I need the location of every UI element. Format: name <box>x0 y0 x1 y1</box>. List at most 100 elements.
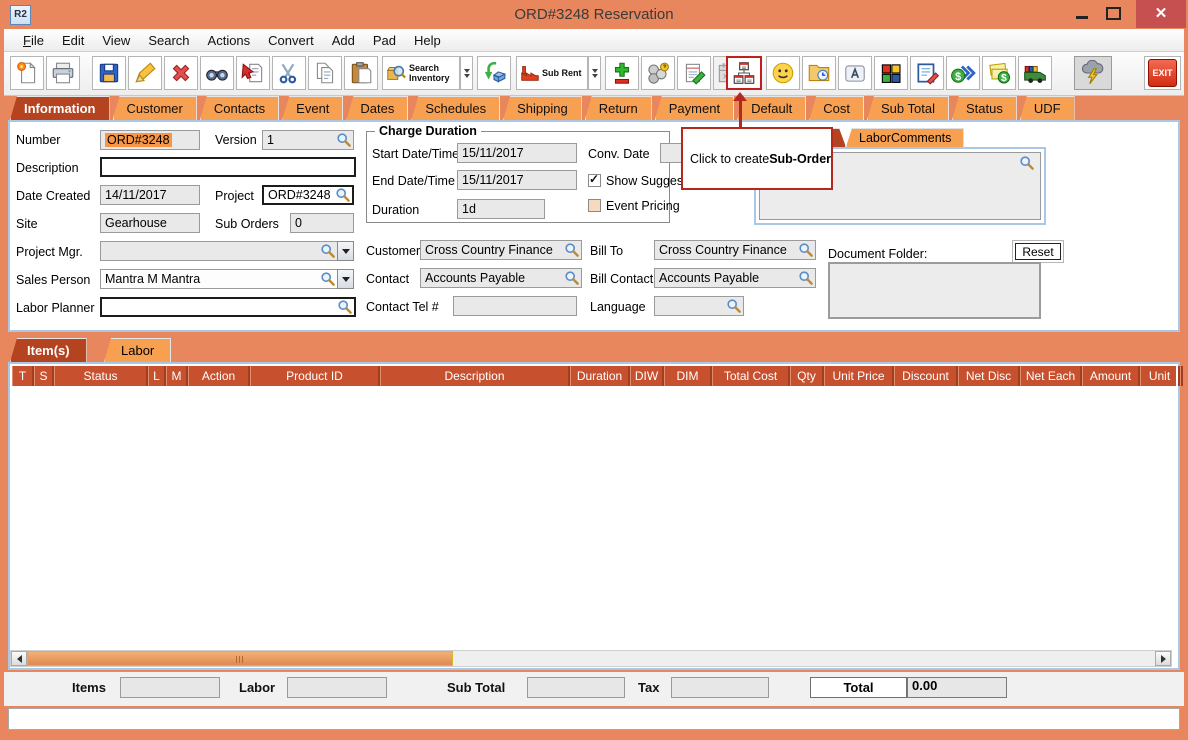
description-field[interactable] <box>100 157 356 177</box>
labor-planner-lookup-icon[interactable] <box>337 299 353 315</box>
column-header-total-cost[interactable]: Total Cost <box>712 366 790 386</box>
tab-items[interactable]: Item(s) <box>10 338 87 362</box>
project-lookup-icon[interactable] <box>335 187 351 203</box>
title-bar[interactable]: R2 ORD#3248 Reservation ✕ <box>0 0 1188 29</box>
sales-person-lookup-icon[interactable] <box>320 271 336 287</box>
menu-add[interactable]: Add <box>323 31 364 50</box>
column-header-amount[interactable]: Amount <box>1082 366 1140 386</box>
scrollbar-thumb[interactable] <box>27 651 453 666</box>
column-header-status[interactable]: Status <box>54 366 148 386</box>
sub-orders-field[interactable]: 0 <box>290 213 354 233</box>
project-mgr-dropdown[interactable] <box>337 241 354 261</box>
language-field[interactable] <box>654 296 744 316</box>
minimize-button[interactable] <box>1072 0 1098 28</box>
contact-lookup-icon[interactable] <box>564 270 580 286</box>
reset-button[interactable]: Reset <box>1015 243 1061 260</box>
menu-convert[interactable]: Convert <box>259 31 323 50</box>
tab-schedules[interactable]: Schedules <box>411 96 500 120</box>
contact-field[interactable]: Accounts Payable <box>420 268 582 288</box>
edit-button[interactable] <box>128 56 162 90</box>
start-date-field[interactable]: 15/11/2017 <box>457 143 577 163</box>
menu-help[interactable]: Help <box>405 31 450 50</box>
paste-button[interactable] <box>344 56 378 90</box>
notepad-button[interactable] <box>677 56 711 90</box>
version-field[interactable]: 1 <box>262 130 354 150</box>
print-button[interactable] <box>46 56 80 90</box>
menu-view[interactable]: View <box>93 31 139 50</box>
customer-button[interactable] <box>766 56 800 90</box>
tab-status[interactable]: Status <box>952 96 1017 120</box>
column-header-discount[interactable]: Discount <box>894 366 958 386</box>
column-header-dim[interactable]: DIM <box>664 366 712 386</box>
tab-customer[interactable]: Customer <box>113 96 197 120</box>
delivery-truck-button[interactable] <box>1018 56 1052 90</box>
column-header-action[interactable]: Action <box>188 366 250 386</box>
project-mgr-field[interactable] <box>100 241 338 261</box>
copy-button[interactable] <box>308 56 342 90</box>
column-header-net-each[interactable]: Net Each <box>1020 366 1082 386</box>
tab-cost[interactable]: Cost <box>809 96 864 120</box>
column-header-net-disc[interactable]: Net Disc <box>958 366 1020 386</box>
copy-to-order-button[interactable] <box>236 56 270 90</box>
bill-to-lookup-icon[interactable] <box>798 242 814 258</box>
menu-pad[interactable]: Pad <box>364 31 405 50</box>
history-folder-button[interactable] <box>802 56 836 90</box>
column-header-unit-price[interactable]: Unit Price <box>824 366 894 386</box>
scroll-right-button[interactable] <box>1155 651 1171 666</box>
column-header-product-id[interactable]: Product ID <box>250 366 380 386</box>
new-document-button[interactable] <box>10 56 44 90</box>
add-remove-button[interactable] <box>605 56 639 90</box>
shortcut-key-button[interactable] <box>838 56 872 90</box>
labor-planner-field[interactable] <box>100 297 356 317</box>
sales-person-dropdown[interactable] <box>337 269 354 289</box>
column-header-m[interactable]: M <box>166 366 188 386</box>
menu-edit[interactable]: Edit <box>53 31 93 50</box>
document-folder-box[interactable] <box>828 262 1041 319</box>
find-button[interactable] <box>200 56 234 90</box>
column-header-t[interactable]: T <box>12 366 34 386</box>
items-table-body[interactable] <box>12 386 1176 646</box>
tab-shipping[interactable]: Shipping <box>503 96 582 120</box>
column-header-qty[interactable]: Qty <box>790 366 824 386</box>
language-lookup-icon[interactable] <box>726 298 742 314</box>
tab-event[interactable]: Event <box>282 96 343 120</box>
end-date-field[interactable]: 15/11/2017 <box>457 170 577 190</box>
inventory-blocks-button[interactable] <box>874 56 908 90</box>
number-field[interactable]: ORD#3248 <box>100 130 200 150</box>
maximize-button[interactable] <box>1102 0 1128 28</box>
project-field[interactable]: ORD#3248 <box>262 185 354 205</box>
version-lookup-icon[interactable] <box>336 132 352 148</box>
save-button[interactable] <box>92 56 126 90</box>
quick-action-button[interactable] <box>1074 56 1112 90</box>
menu-file[interactable]: File <box>14 31 53 50</box>
column-header-diw[interactable]: DIW <box>630 366 664 386</box>
event-pricing-checkbox[interactable] <box>588 199 601 212</box>
column-header-duration[interactable]: Duration <box>570 366 630 386</box>
exit-button[interactable]: EXIT <box>1144 56 1181 90</box>
contact-tel-field[interactable] <box>453 296 577 316</box>
bill-contact-lookup-icon[interactable] <box>798 270 814 286</box>
sub-rent-button[interactable]: Sub Rent <box>516 56 588 90</box>
send-invoice-button[interactable]: $ <box>946 56 980 90</box>
menu-actions[interactable]: Actions <box>199 31 260 50</box>
date-created-field[interactable]: 14/11/2017 <box>100 185 200 205</box>
column-header-s[interactable]: S <box>34 366 54 386</box>
tab-dates[interactable]: Dates <box>346 96 408 120</box>
menu-search[interactable]: Search <box>139 31 198 50</box>
duration-field[interactable]: 1d <box>457 199 545 219</box>
search-inventory-button[interactable]: Search Inventory <box>382 56 460 90</box>
bill-contact-field[interactable]: Accounts Payable <box>654 268 816 288</box>
column-header-description[interactable]: Description <box>380 366 570 386</box>
close-button[interactable]: ✕ <box>1136 0 1186 28</box>
sub-rent-dropdown[interactable] <box>588 56 601 90</box>
convert-order-button[interactable] <box>477 56 511 90</box>
kit-components-button[interactable] <box>641 56 675 90</box>
column-header-l[interactable]: L <box>148 366 166 386</box>
labor-comments-tab[interactable]: LaborComments <box>846 128 964 147</box>
cut-button[interactable] <box>272 56 306 90</box>
project-mgr-lookup-icon[interactable] <box>320 243 336 259</box>
site-field[interactable]: Gearhouse <box>100 213 200 233</box>
tab-labor[interactable]: Labor <box>104 338 171 362</box>
column-header-unit[interactable]: Unit <box>1140 366 1180 386</box>
customer-field[interactable]: Cross Country Finance <box>420 240 582 260</box>
